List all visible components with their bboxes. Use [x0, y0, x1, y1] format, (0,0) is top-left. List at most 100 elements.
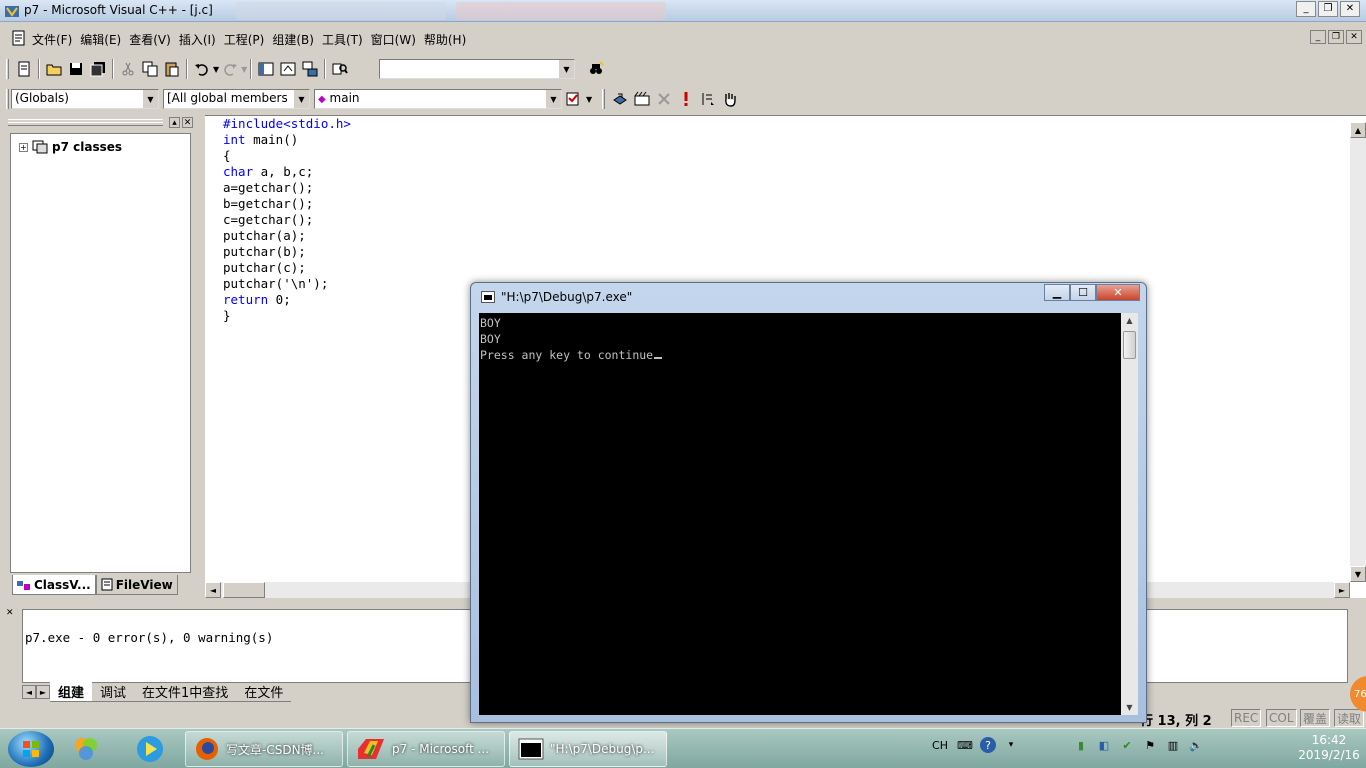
flag-icon[interactable]: ⚑: [1142, 737, 1158, 753]
task-console-label: "H:\p7\Debug\p...: [550, 742, 655, 756]
cut-button[interactable]: [117, 58, 139, 80]
doc-minimize-button[interactable]: _: [1310, 30, 1326, 44]
tab-classview[interactable]: ClassV...: [12, 575, 96, 595]
pinned-app-1[interactable]: [66, 732, 106, 766]
scroll-right-icon[interactable]: ►: [1334, 582, 1350, 598]
go-step-icon: [702, 93, 715, 105]
console-window[interactable]: "H:\p7\Debug\p7.exe" ▁ ☐ ✕ BOY BOY Press a…: [470, 282, 1147, 723]
new-text-file-button[interactable]: [13, 58, 35, 80]
console-close-button[interactable]: ✕: [1096, 284, 1140, 301]
build-button[interactable]: [631, 88, 653, 110]
workspace-toggle-button[interactable]: [255, 58, 277, 80]
tray-expand-icon[interactable]: ▾: [1003, 737, 1019, 753]
tab-find-in-files-2[interactable]: 在文件: [236, 682, 292, 702]
open-button[interactable]: [43, 58, 65, 80]
find-combo[interactable]: ▼: [379, 59, 575, 79]
pane-maximize-button[interactable]: ▴: [169, 117, 180, 128]
help-icon[interactable]: ?: [980, 737, 996, 753]
code-line-10: putchar(c);: [223, 260, 306, 275]
tab-fileview[interactable]: FileView: [95, 575, 178, 595]
tab-find-in-files-1[interactable]: 在文件1中查找: [134, 682, 237, 702]
members-combo[interactable]: [All global members ▼: [163, 89, 310, 109]
input-language[interactable]: CH: [930, 737, 950, 753]
scroll-down-icon[interactable]: ▼: [1122, 700, 1137, 715]
find-in-files-button[interactable]: [329, 58, 351, 80]
menu-insert[interactable]: 插入(I): [177, 30, 222, 49]
security-icon[interactable]: ✔: [1119, 737, 1135, 753]
output-close-icon[interactable]: ✕: [6, 608, 14, 618]
network-icon[interactable]: ▥: [1165, 737, 1181, 753]
tray-app-icon[interactable]: ◧: [1096, 737, 1112, 753]
task-visual-cpp-label: p7 - Microsoft ...: [392, 742, 490, 756]
task-visual-cpp[interactable]: p7 - Microsoft ...: [347, 731, 505, 767]
menu-window[interactable]: 窗口(W): [369, 30, 422, 49]
clock[interactable]: 16:42 2019/2/16: [1296, 733, 1362, 763]
execute-button[interactable]: [675, 88, 697, 110]
menu-edit[interactable]: 编辑(E): [78, 30, 127, 49]
doc-restore-button[interactable]: ❐: [1328, 30, 1344, 44]
breakpoint-button[interactable]: [719, 88, 741, 110]
pane-close-button[interactable]: ✕: [182, 117, 193, 128]
tab-scroll-right-icon[interactable]: ►: [36, 685, 50, 699]
tree-node-classes[interactable]: + p7 classes: [19, 140, 122, 154]
chevron-down-icon[interactable]: ▼: [545, 90, 561, 108]
chevron-down-icon[interactable]: ▼: [293, 90, 309, 108]
scroll-left-icon[interactable]: ◄: [205, 582, 221, 598]
save-all-button[interactable]: [87, 58, 109, 80]
output-toggle-button[interactable]: [277, 58, 299, 80]
menu-build[interactable]: 组建(B): [270, 30, 320, 49]
scroll-down-icon[interactable]: ▼: [1350, 566, 1366, 582]
start-button[interactable]: [8, 731, 54, 767]
volume-icon[interactable]: 🔈: [1188, 737, 1204, 753]
find-button[interactable]: [585, 58, 607, 80]
console-screen[interactable]: BOY BOY Press any key to continue ▲ ▼: [479, 313, 1138, 715]
task-browser[interactable]: 写文章-CSDN博...: [185, 731, 343, 767]
chevron-down-icon[interactable]: ▼: [558, 60, 574, 78]
pane-grip[interactable]: [8, 119, 163, 126]
wizard-action-dropdown-icon[interactable]: ▼: [586, 95, 592, 104]
output-pane-grip[interactable]: ✕: [4, 606, 18, 702]
fileview-icon: [101, 578, 113, 591]
tab-debug[interactable]: 调试: [92, 682, 135, 702]
expand-icon[interactable]: +: [19, 142, 28, 152]
console-maximize-button[interactable]: ☐: [1070, 284, 1096, 301]
task-console[interactable]: "H:\p7\Debug\p...: [509, 731, 667, 767]
stop-build-button[interactable]: [653, 88, 675, 110]
go-button[interactable]: [697, 88, 719, 110]
close-button[interactable]: ✕: [1340, 1, 1360, 17]
doc-close-button[interactable]: ✕: [1346, 30, 1362, 44]
editor-vertical-scrollbar[interactable]: ▲ ▼: [1350, 122, 1366, 582]
console-minimize-button[interactable]: ▁: [1044, 284, 1070, 301]
keyboard-icon[interactable]: ⌨: [957, 737, 973, 753]
save-button[interactable]: [65, 58, 87, 80]
minimize-button[interactable]: _: [1296, 1, 1316, 17]
menu-tools[interactable]: 工具(T): [320, 30, 369, 49]
globals-combo[interactable]: (Globals) ▼: [11, 89, 159, 109]
tab-build[interactable]: 组建: [50, 682, 93, 702]
compile-button[interactable]: [609, 88, 631, 110]
copy-button[interactable]: [139, 58, 161, 80]
scroll-up-icon[interactable]: ▲: [1350, 122, 1366, 138]
menu-file[interactable]: 文件(F): [30, 30, 78, 49]
undo-button[interactable]: [191, 58, 213, 80]
menu-project[interactable]: 工程(P): [222, 30, 271, 49]
code-line-5: a=getchar();: [223, 180, 314, 195]
function-combo[interactable]: ◆ main ▼: [314, 89, 562, 109]
scroll-thumb[interactable]: [223, 582, 265, 598]
redo-button[interactable]: [219, 58, 241, 80]
code-line-1: #include<stdio.h>: [223, 116, 351, 131]
console-scroll-thumb[interactable]: [1123, 331, 1136, 359]
menu-help[interactable]: 帮助(H): [422, 30, 472, 49]
redo-dropdown-icon[interactable]: ▼: [241, 65, 247, 74]
menu-view[interactable]: 查看(V): [127, 30, 177, 49]
paste-button[interactable]: [161, 58, 183, 80]
scroll-up-icon[interactable]: ▲: [1122, 313, 1137, 328]
restore-button[interactable]: ❐: [1318, 1, 1338, 17]
chevron-down-icon[interactable]: ▼: [142, 90, 158, 108]
window-list-button[interactable]: [299, 58, 321, 80]
pinned-app-2[interactable]: [130, 732, 170, 766]
wizard-action-button[interactable]: [562, 88, 584, 110]
battery-icon[interactable]: ▮: [1073, 737, 1089, 753]
console-scrollbar[interactable]: ▲ ▼: [1121, 313, 1138, 715]
tab-scroll-left-icon[interactable]: ◄: [22, 685, 36, 699]
